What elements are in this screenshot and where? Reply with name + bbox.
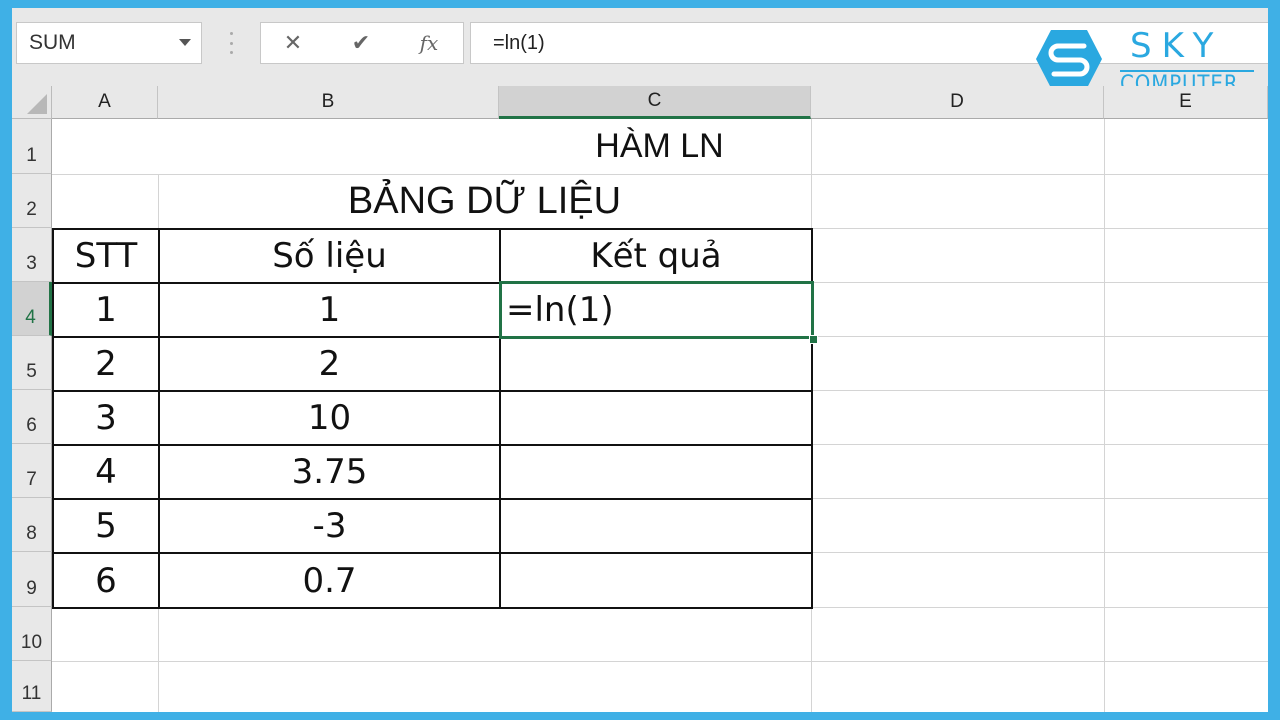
excel-window: SUM ✕ ✔ fx =ln(1) SKY COMPUTER A B C D E… — [12, 8, 1268, 712]
cell-value[interactable]: 3.75 — [158, 444, 501, 500]
logo-hexagon-icon — [1036, 30, 1102, 88]
sky-computer-logo: SKY COMPUTER — [1034, 26, 1254, 97]
name-box[interactable]: SUM — [16, 22, 202, 64]
sheet-subtitle[interactable]: BẢNG DỮ LIỆU — [158, 174, 811, 228]
row-header-11[interactable]: 11 — [12, 661, 52, 712]
drag-handle-icon[interactable] — [228, 32, 234, 54]
cell-result[interactable] — [499, 498, 813, 554]
cell-stt[interactable]: 5 — [52, 498, 160, 554]
column-header-b[interactable]: B — [158, 86, 499, 119]
row-header-3[interactable]: 3 — [12, 228, 52, 282]
cell-result[interactable] — [499, 336, 813, 392]
cell-stt[interactable]: 4 — [52, 444, 160, 500]
active-cell-c4[interactable]: =ln(1) — [499, 281, 814, 339]
cancel-icon[interactable]: ✕ — [273, 27, 313, 59]
select-all-button[interactable] — [12, 86, 52, 119]
insert-function-icon[interactable]: fx — [409, 27, 449, 59]
cell-stt[interactable]: 1 — [52, 282, 160, 338]
sheet-title[interactable]: HÀM LN — [158, 119, 811, 174]
header-stt[interactable]: STT — [52, 228, 160, 284]
cell-result[interactable] — [499, 552, 813, 609]
cell-stt[interactable]: 2 — [52, 336, 160, 392]
column-header-c[interactable]: C — [499, 86, 811, 119]
cell-stt[interactable]: 3 — [52, 390, 160, 446]
row-header-10[interactable]: 10 — [12, 607, 52, 661]
worksheet-grid[interactable]: HÀM LN BẢNG DỮ LIỆU STT Số liệu Kết quả … — [52, 119, 1268, 712]
header-value[interactable]: Số liệu — [158, 228, 501, 284]
row-header-9[interactable]: 9 — [12, 552, 52, 607]
row-header-8[interactable]: 8 — [12, 498, 52, 552]
header-result[interactable]: Kết quả — [499, 228, 813, 284]
row-header-5[interactable]: 5 — [12, 336, 52, 390]
cell-value[interactable]: 2 — [158, 336, 501, 392]
column-header-e[interactable]: E — [1104, 86, 1268, 119]
cell-result[interactable] — [499, 444, 813, 500]
cell-result[interactable] — [499, 390, 813, 446]
cell-value[interactable]: -3 — [158, 498, 501, 554]
cell-value[interactable]: 10 — [158, 390, 501, 446]
row-header-7[interactable]: 7 — [12, 444, 52, 498]
row-header-1[interactable]: 1 — [12, 119, 52, 174]
logo-name: SKY — [1130, 26, 1224, 66]
column-header-d[interactable]: D — [811, 86, 1104, 119]
name-box-value: SUM — [29, 31, 76, 54]
enter-icon[interactable]: ✔ — [341, 27, 381, 59]
cell-value[interactable]: 1 — [158, 282, 501, 338]
row-header-4[interactable]: 4 — [12, 282, 52, 336]
fill-handle[interactable] — [809, 335, 818, 344]
column-header-a[interactable]: A — [52, 86, 158, 119]
row-header-2[interactable]: 2 — [12, 174, 52, 228]
cell-value[interactable]: 0.7 — [158, 552, 501, 609]
formula-buttons: ✕ ✔ fx — [260, 22, 464, 64]
cell-stt[interactable]: 6 — [52, 552, 160, 609]
row-header-6[interactable]: 6 — [12, 390, 52, 444]
chevron-down-icon[interactable] — [179, 39, 191, 46]
